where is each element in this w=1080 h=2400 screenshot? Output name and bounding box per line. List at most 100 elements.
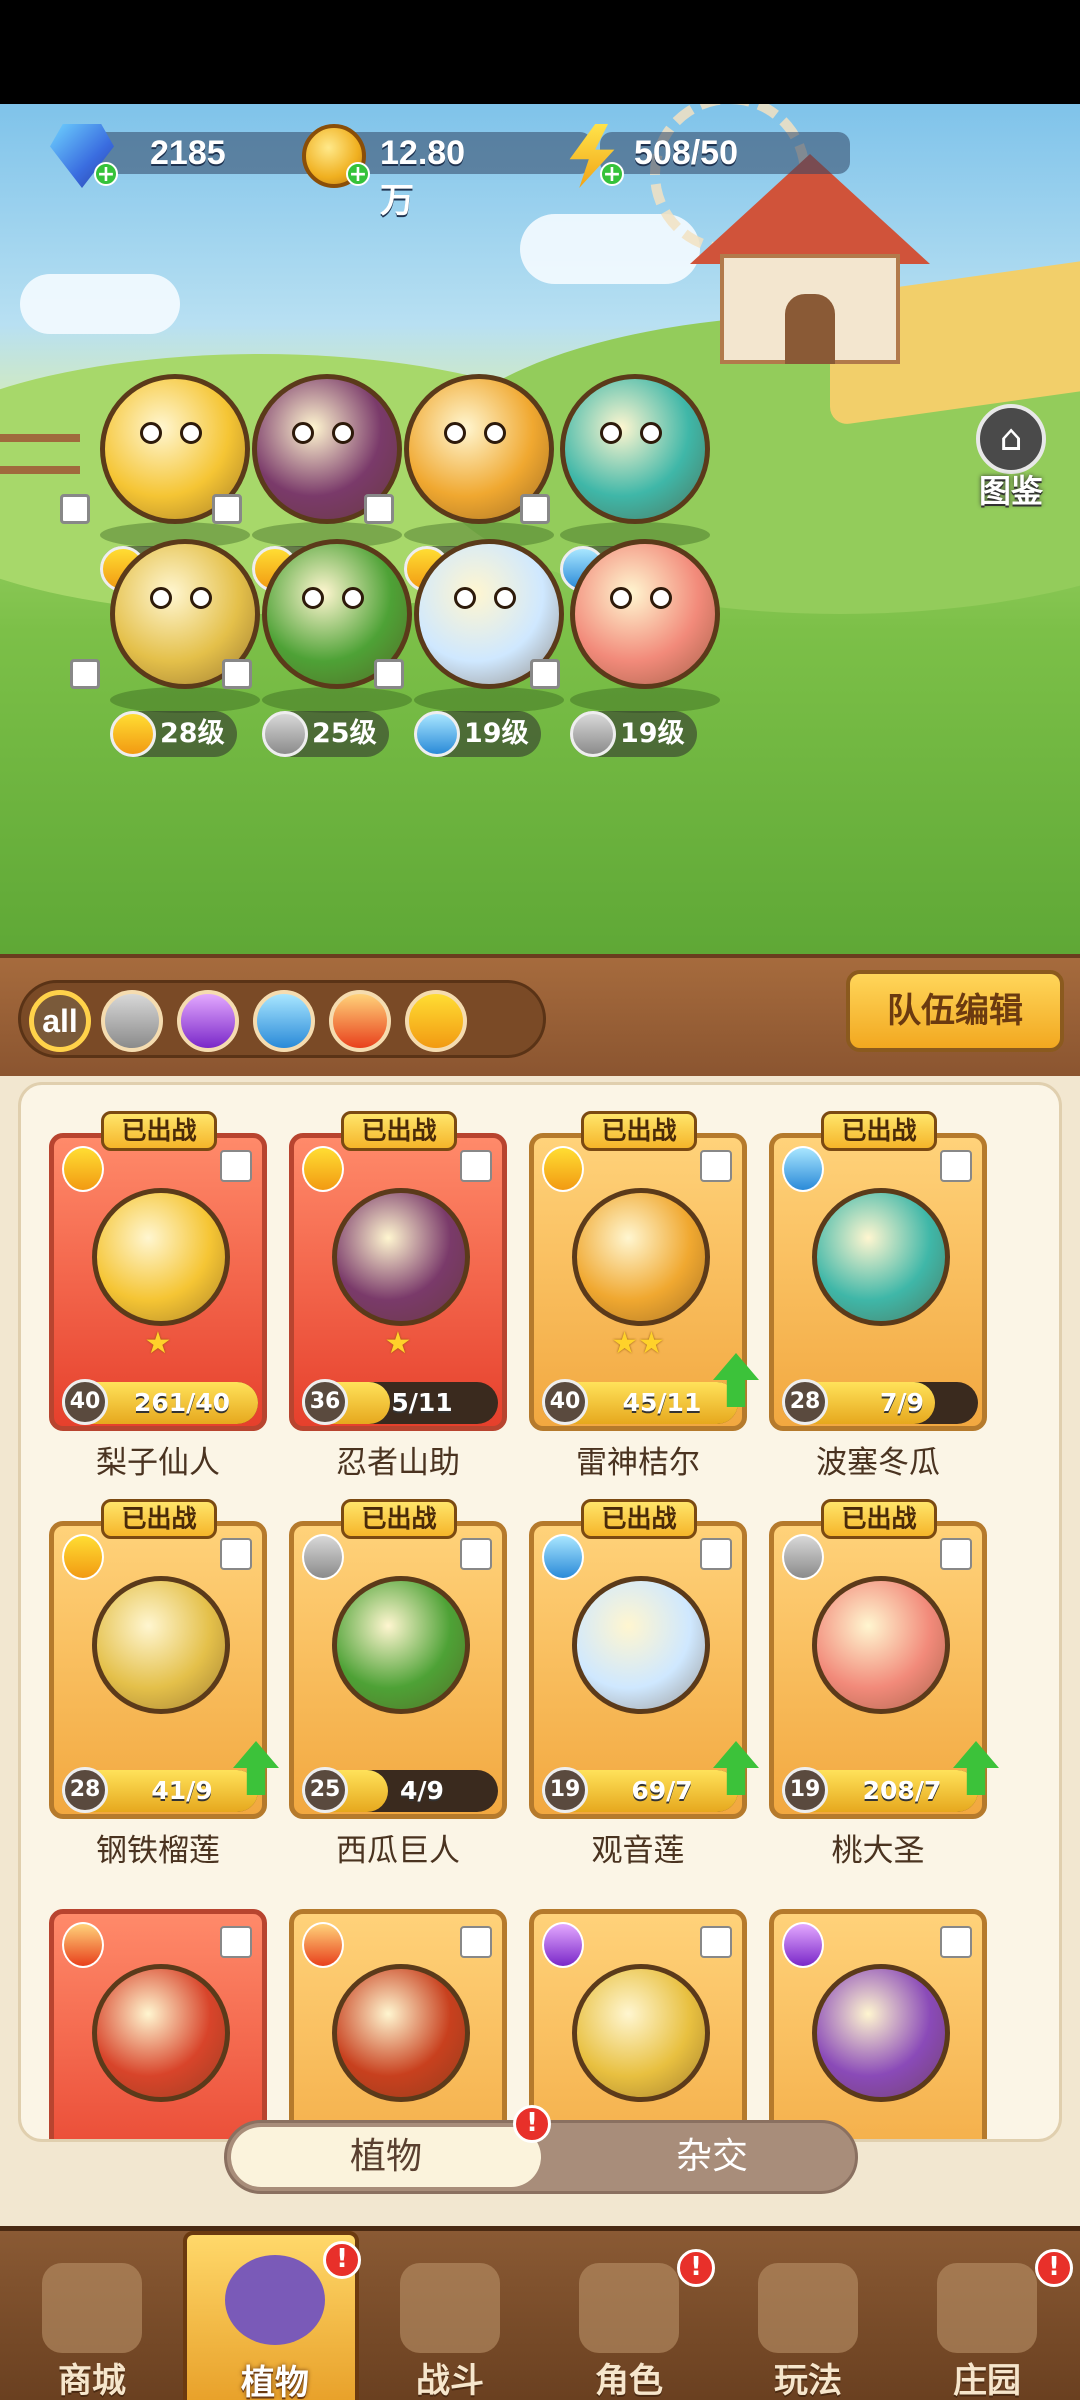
card-grid: ★ 40 261/40 已出战 梨子仙人 ★ 36 5/11 已出战 忍者山助 ★★ 40 45/11 已… [18,1082,1062,2142]
plant-card[interactable]: ★ 36 5/11 已出战 忍者山助 [289,1111,507,1481]
filter-poison-icon[interactable] [177,990,239,1052]
shard-count: 5/11 [391,1388,453,1417]
plant-card[interactable]: 25 4/9 已出战 西瓜巨人 [289,1499,507,1869]
plant-portrait [812,1576,950,1714]
sword-icon [262,711,308,757]
bottom-navigation: 商城 植物! 战斗 角色! 玩法 庄园! [0,2226,1080,2400]
plant-level: 19 [782,1767,828,1813]
star-rating: ★ [144,1326,172,1361]
unit-eye [302,587,324,609]
shard-progress-bar: 28 7/9 [782,1379,978,1425]
deployed-badge: 已出战 [581,1499,697,1539]
nav-manor[interactable]: 庄园! [899,2243,1075,2400]
poison-icon [542,1922,584,1968]
filter-all-button[interactable]: all [29,990,91,1052]
plant-portrait [572,1964,710,2102]
formation-icon [364,494,394,524]
plant-portrait [92,1188,230,1326]
nav-plant[interactable]: 植物! [183,2231,361,2400]
filter-thunder-icon[interactable] [405,990,467,1052]
plant-portrait [572,1188,710,1326]
plant-level: 40 [542,1379,588,1425]
unit-eye [180,422,202,444]
plant-icon [225,2255,325,2345]
shard-count: 69/7 [631,1776,693,1805]
thunder-icon [542,1146,584,1192]
alert-badge-icon: ! [513,2105,551,2143]
unit-level-text: 28级 [160,718,225,749]
formation-icon [220,1926,252,1958]
nav-gameplay[interactable]: 玩法 [720,2243,896,2400]
plant-card[interactable]: 28 41/9 已出战 钢铁榴莲 [49,1499,279,1869]
deployed-badge: 已出战 [821,1499,937,1539]
gameplay-icon [758,2263,858,2353]
filter-sword-icon[interactable] [101,990,163,1052]
plant-card[interactable]: ★ 40 261/40 已出战 梨子仙人 [49,1111,267,1481]
unit-level: 19级 [414,711,541,757]
status-bar [0,0,1080,104]
nav-shop[interactable]: 商城 [4,2243,180,2400]
filter-fire-icon[interactable] [329,990,391,1052]
atlas-icon: ⌂ [976,404,1046,474]
unit-face [140,422,210,462]
plant-card[interactable]: ★★ 40 45/11 已出战 雷神桔尔 [529,1111,759,1481]
plant-card[interactable]: 19 69/7 已出战 观音莲 [529,1499,759,1869]
filter-toolbar: all 队伍编辑 [0,954,1080,1076]
shard-progress-bar: 40 261/40 [62,1379,258,1425]
shard-count: 41/9 [151,1776,213,1805]
thunder-icon [62,1146,104,1192]
unit-eye [600,422,622,444]
nav-label: 商城 [58,2361,126,2400]
plant-portrait [332,1964,470,2102]
nav-battle[interactable]: 战斗 [362,2243,538,2400]
formation-icon [700,1926,732,1958]
plant-level: 28 [782,1379,828,1425]
add-gem-icon[interactable]: + [94,162,118,186]
cloud [20,274,180,334]
plant-portrait [92,1576,230,1714]
plant-card[interactable] [529,1891,747,2139]
plant-portrait [812,1964,950,2102]
deployed-badge: 已出战 [341,1499,457,1539]
plant-card[interactable]: 28 7/9 已出战 波塞冬瓜 [769,1111,987,1481]
unit-eye [640,422,662,444]
plant-portrait [332,1576,470,1714]
plant-card[interactable] [769,1891,987,2139]
atlas-button[interactable]: ⌂ 图鉴 [966,404,1056,514]
plant-card[interactable]: 19 208/7 已出战 桃大圣 [769,1499,999,1869]
battle-icon [400,2263,500,2353]
plant-name: 钢铁榴莲 [96,1833,220,1869]
unit-eye [342,587,364,609]
team-edit-button[interactable]: 队伍编辑 [846,970,1064,1052]
sword-icon [570,711,616,757]
water-icon [542,1534,584,1580]
filter-water-icon[interactable] [253,990,315,1052]
formation-icon [222,659,252,689]
formation-icon [460,1538,492,1570]
shard-progress-bar: 19 208/7 [782,1767,978,1813]
team-unit[interactable]: 19级 [530,539,750,769]
formation-icon [700,1538,732,1570]
deployed-badge: 已出战 [581,1111,697,1151]
nav-character[interactable]: 角色! [541,2243,717,2400]
plant-card[interactable] [49,1891,267,2139]
nav-label: 庄园 [953,2361,1021,2400]
add-coin-icon[interactable]: + [346,162,370,186]
add-stamina-icon[interactable]: + [600,162,624,186]
plant-card[interactable] [289,1891,507,2139]
shop-icon [42,2263,142,2353]
coin-value: 12.80万 [380,134,466,220]
shard-count: 45/11 [622,1388,702,1417]
unit-face [302,587,372,627]
shard-progress-bar: 25 4/9 [302,1767,498,1813]
formation-icon [70,659,100,689]
unit-face [150,587,220,627]
atlas-label: 图鉴 [978,472,1043,510]
card-frame: 19 69/7 [529,1521,747,1819]
plant-name: 雷神桔尔 [576,1445,700,1481]
unit-eye [140,422,162,444]
tab-plants[interactable]: 植物 [231,2127,541,2187]
tab-hybrid[interactable]: 杂交 [567,2127,857,2187]
shard-progress-bar: 40 45/11 [542,1379,738,1425]
formation-icon [460,1150,492,1182]
